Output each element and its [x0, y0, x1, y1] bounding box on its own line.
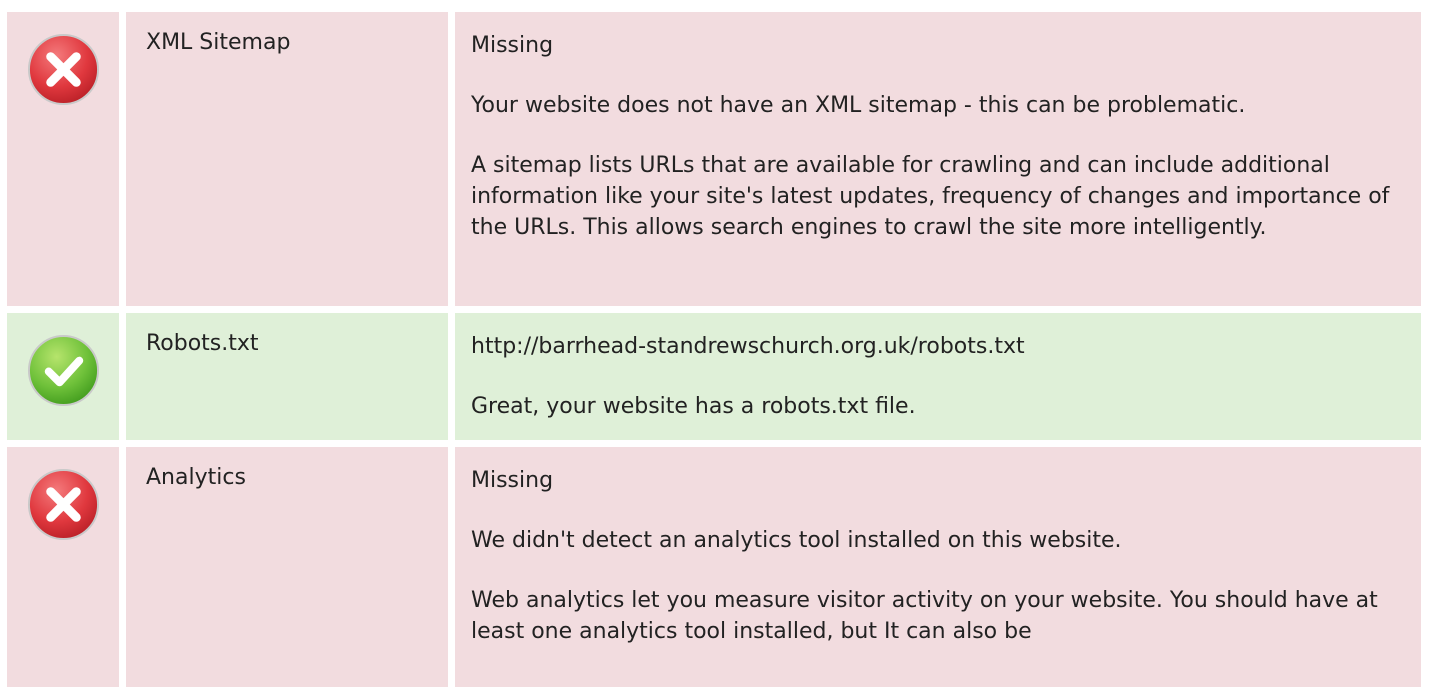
check-status-text: Missing	[471, 33, 554, 58]
check-label: Analytics	[126, 447, 448, 687]
check-status-text: Missing	[471, 468, 554, 493]
check-row-xml-sitemap: XML Sitemap Missing Your website does no…	[0, 12, 1430, 306]
check-summary-text: Your website does not have an XML sitema…	[471, 93, 1246, 118]
close-icon	[27, 468, 100, 541]
check-details: Missing Your website does not have an XM…	[455, 12, 1421, 306]
status-cell	[7, 313, 119, 440]
status-cell	[7, 447, 119, 687]
check-explanation-text: A sitemap lists URLs that are available …	[471, 153, 1390, 240]
check-row-analytics: Analytics Missing We didn't detect an an…	[0, 447, 1430, 687]
check-explanation-text: Web analytics let you measure visitor ac…	[471, 588, 1378, 644]
check-summary-text: Great, your website has a robots.txt fil…	[471, 394, 916, 419]
seo-checks-list: XML Sitemap Missing Your website does no…	[0, 12, 1430, 687]
check-summary-text: We didn't detect an analytics tool insta…	[471, 528, 1122, 553]
check-label: Robots.txt	[126, 313, 448, 440]
check-label: XML Sitemap	[126, 12, 448, 306]
check-details: http://barrhead-standrewschurch.org.uk/r…	[455, 313, 1421, 440]
status-cell	[7, 12, 119, 306]
check-row-robots-txt: Robots.txt http://barrhead-standrewschur…	[0, 313, 1430, 440]
check-details: Missing We didn't detect an analytics to…	[455, 447, 1421, 687]
close-icon	[27, 33, 100, 106]
check-url-text: http://barrhead-standrewschurch.org.uk/r…	[471, 334, 1025, 359]
check-icon	[27, 334, 100, 407]
